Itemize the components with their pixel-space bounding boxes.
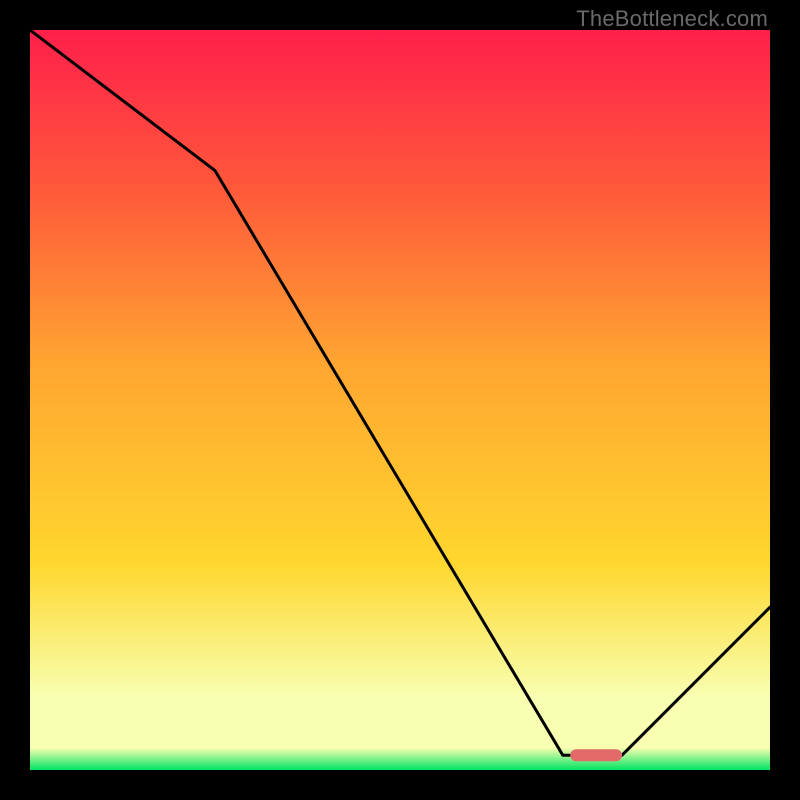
- chart-svg: [30, 30, 770, 770]
- watermark-text: TheBottleneck.com: [576, 6, 768, 32]
- plot-area: [30, 30, 770, 770]
- chart-container: TheBottleneck.com: [0, 0, 800, 800]
- gradient-background: [30, 30, 770, 770]
- min-marker: [570, 749, 622, 761]
